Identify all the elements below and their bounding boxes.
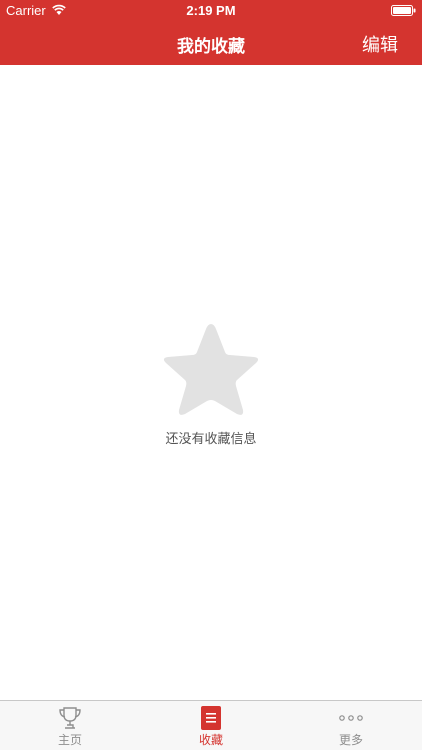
edit-button[interactable]: 编辑 — [362, 31, 398, 57]
more-dots-icon — [339, 715, 363, 721]
empty-message: 还没有收藏信息 — [165, 432, 257, 447]
battery-icon — [391, 5, 416, 16]
tab-favorites[interactable]: 收藏 — [141, 701, 281, 750]
tab-home[interactable]: 主页 — [0, 701, 140, 750]
empty-favorites-state: 还没有收藏信息 — [0, 320, 422, 447]
tab-bar: 主页 收藏 更多 — [0, 700, 422, 750]
page-title: 我的收藏 — [177, 37, 245, 57]
status-time: 2:19 PM — [186, 3, 236, 18]
list-icon — [201, 706, 221, 730]
navigation-header: Carrier 2:19 PM 我的收藏 编辑 — [0, 0, 422, 65]
tab-home-label: 主页 — [57, 733, 82, 747]
tab-favorites-label: 收藏 — [198, 733, 223, 747]
tab-more-label: 更多 — [338, 733, 363, 747]
trophy-icon — [59, 707, 81, 729]
star-icon — [163, 324, 259, 415]
status-bar: Carrier 2:19 PM — [0, 0, 422, 22]
tab-more[interactable]: 更多 — [281, 701, 421, 750]
